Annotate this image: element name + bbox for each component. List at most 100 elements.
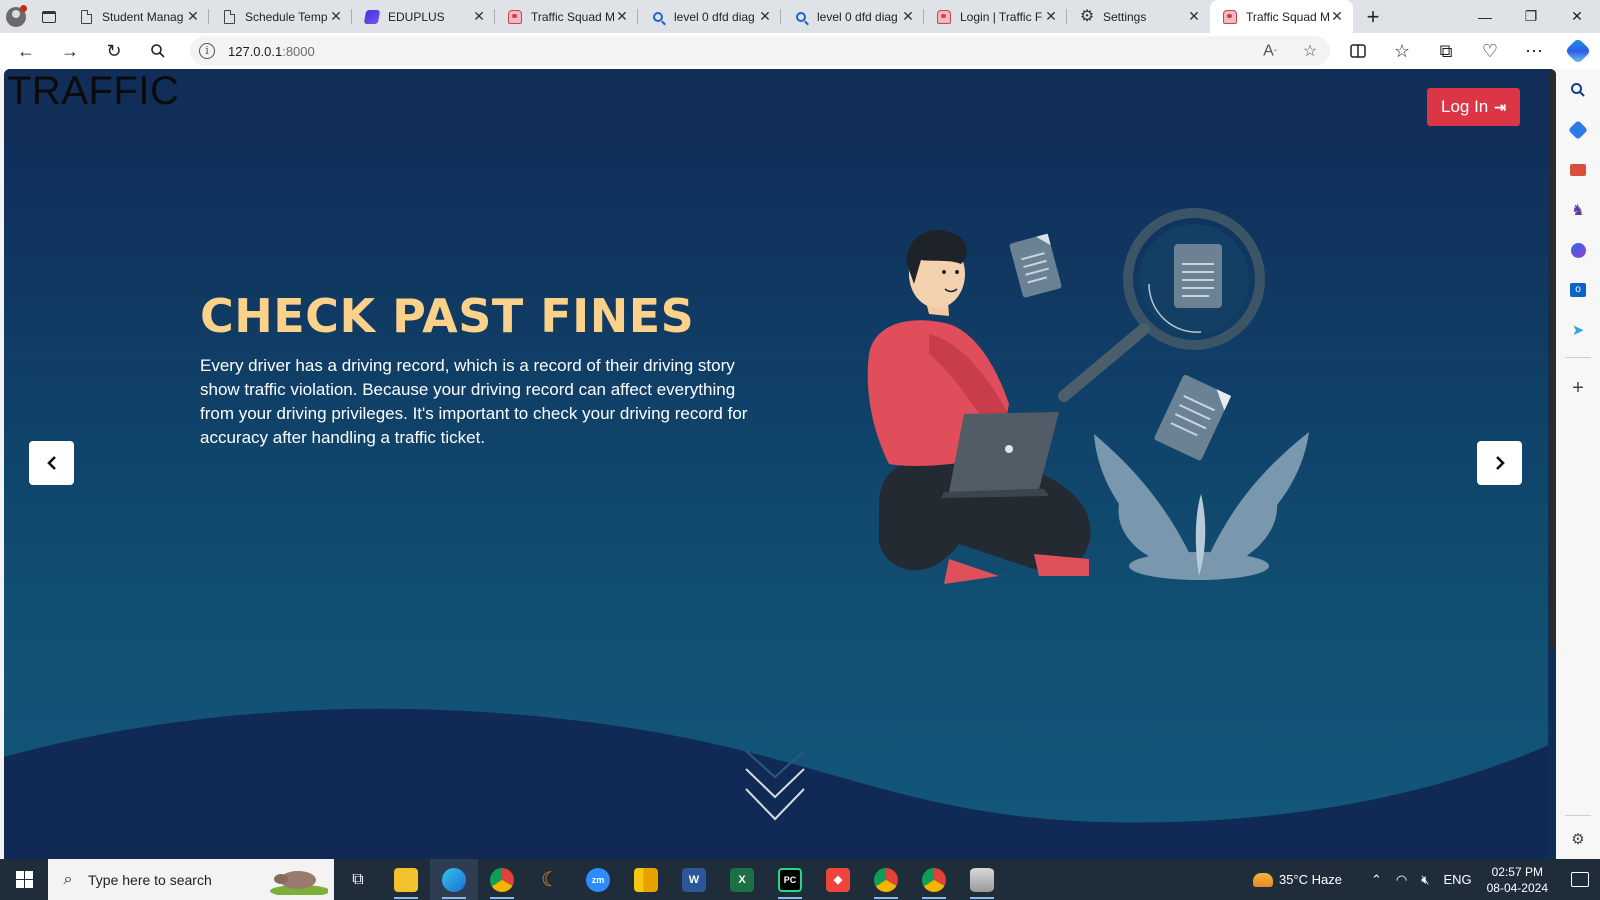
scroll-down-chevron-icon[interactable] bbox=[744, 749, 806, 823]
tab-actions-button[interactable] bbox=[32, 0, 66, 33]
close-tab-icon[interactable]: ✕ bbox=[757, 8, 773, 25]
browser-tab[interactable]: Login | Traffic F ✕ bbox=[924, 0, 1067, 33]
close-tab-icon[interactable]: ✕ bbox=[1329, 8, 1345, 25]
back-button[interactable]: ← bbox=[4, 33, 48, 69]
forward-button[interactable]: → bbox=[48, 33, 92, 69]
tab-title: Settings bbox=[1103, 9, 1147, 24]
pycharm-icon[interactable]: PC bbox=[766, 859, 814, 900]
games-chess-icon[interactable]: ♞ bbox=[1567, 199, 1589, 221]
show-hidden-icons-chevron-icon[interactable]: ⌃ bbox=[1371, 872, 1382, 888]
chrome-icon[interactable] bbox=[478, 859, 526, 900]
gear-icon: ⚙ bbox=[1079, 7, 1095, 25]
tab-title: level 0 dfd diag bbox=[674, 9, 755, 24]
page-icon bbox=[78, 9, 94, 25]
close-tab-icon[interactable]: ✕ bbox=[614, 8, 630, 25]
tab-title: level 0 dfd diag bbox=[817, 9, 898, 24]
new-tab-button[interactable]: + bbox=[1353, 0, 1393, 33]
login-button[interactable]: Log In ⇥ bbox=[1427, 88, 1520, 126]
browser-tab-active[interactable]: Traffic Squad M ✕ bbox=[1210, 0, 1353, 33]
excel-icon[interactable]: X bbox=[718, 859, 766, 900]
more-menu-icon[interactable]: ⋯ bbox=[1512, 33, 1556, 69]
carousel-prev-button[interactable] bbox=[29, 441, 74, 485]
start-button[interactable] bbox=[0, 859, 48, 900]
browser-toolbar: ← → ↻ i 127.0.0.1:8000 Aꞈ ☆ ☆ ⧉ ♡ ⋯ bbox=[0, 33, 1600, 69]
edge-browser-icon[interactable] bbox=[430, 859, 478, 900]
clock-time: 02:57 PM bbox=[1491, 864, 1543, 879]
close-tab-icon[interactable]: ✕ bbox=[900, 8, 916, 25]
task-view-icon[interactable]: ⧉ bbox=[334, 859, 382, 900]
power-bi-icon[interactable] bbox=[622, 859, 670, 900]
site-logo-text[interactable]: TRAFFIC bbox=[7, 69, 179, 114]
taskbar-search-box[interactable]: ⌕ Type here to search bbox=[48, 859, 334, 900]
chevron-left-icon bbox=[46, 456, 56, 470]
add-sidebar-app-icon[interactable]: + bbox=[1567, 377, 1589, 399]
tab-title: Schedule Temp bbox=[245, 9, 328, 24]
browser-tab[interactable]: Schedule Temp ✕ bbox=[209, 0, 352, 33]
favorites-icon[interactable]: ☆ bbox=[1380, 33, 1424, 69]
url-text[interactable]: 127.0.0.1:8000 bbox=[228, 44, 315, 59]
site-info-icon[interactable]: i bbox=[190, 43, 224, 59]
refresh-button[interactable]: ↻ bbox=[92, 33, 136, 69]
eduplus-icon bbox=[363, 9, 381, 25]
carousel-next-button[interactable] bbox=[1477, 441, 1522, 485]
copilot-icon[interactable] bbox=[1556, 33, 1600, 69]
file-explorer-icon[interactable] bbox=[382, 859, 430, 900]
traffic-icon bbox=[1222, 9, 1238, 25]
outlook-icon[interactable]: o bbox=[1567, 279, 1589, 301]
clock-date: 08-04-2024 bbox=[1486, 880, 1548, 895]
browser-tab[interactable]: Student Manag ✕ bbox=[66, 0, 209, 33]
page-scrollbar[interactable] bbox=[1548, 69, 1556, 859]
sidebar-settings-gear-icon[interactable]: ⚙ bbox=[1567, 828, 1589, 850]
browser-tab[interactable]: ⚙ Settings ✕ bbox=[1067, 0, 1210, 33]
tab-actions-icon bbox=[42, 10, 56, 23]
tab-title: Student Manag bbox=[102, 9, 184, 24]
notification-center-icon[interactable] bbox=[1560, 872, 1600, 887]
system-tray: 35°C Haze ⌃ ◠ 🔇︎ ENG 02:57 PM 08-04-2024 bbox=[1252, 859, 1600, 900]
restore-button[interactable]: ❐ bbox=[1508, 0, 1554, 33]
traffic-icon bbox=[507, 9, 523, 25]
chrome-profile-icon[interactable] bbox=[862, 859, 910, 900]
close-tab-icon[interactable]: ✕ bbox=[1043, 8, 1059, 25]
split-screen-icon[interactable] bbox=[1336, 33, 1380, 69]
close-window-button[interactable]: ✕ bbox=[1554, 0, 1600, 33]
anydesk-icon[interactable]: ◆ bbox=[814, 859, 862, 900]
close-tab-icon[interactable]: ✕ bbox=[1186, 8, 1202, 25]
browser-tab[interactable]: Traffic Squad M ✕ bbox=[495, 0, 638, 33]
sign-in-icon: ⇥ bbox=[1494, 98, 1506, 115]
word-icon[interactable]: W bbox=[670, 859, 718, 900]
browser-tab[interactable]: EDUPLUS ✕ bbox=[352, 0, 495, 33]
language-indicator[interactable]: ENG bbox=[1443, 872, 1471, 887]
scrollbar-thumb[interactable] bbox=[1549, 71, 1555, 649]
browser-essentials-icon[interactable]: ♡ bbox=[1468, 33, 1512, 69]
weather-haze-icon bbox=[1252, 872, 1273, 887]
chrome-profile-2-icon[interactable] bbox=[910, 859, 958, 900]
browser-tab[interactable]: level 0 dfd diag ✕ bbox=[638, 0, 781, 33]
browser-tab[interactable]: level 0 dfd diag ✕ bbox=[781, 0, 924, 33]
minimize-button[interactable]: — bbox=[1462, 0, 1508, 33]
read-aloud-icon[interactable]: Aꞈ bbox=[1250, 41, 1290, 61]
address-bar[interactable]: i 127.0.0.1:8000 Aꞈ ☆ bbox=[190, 36, 1330, 66]
eclipse-icon[interactable]: ☾ bbox=[526, 859, 574, 900]
sidebar-search-icon[interactable] bbox=[1567, 79, 1589, 101]
tools-briefcase-icon[interactable] bbox=[1567, 159, 1589, 181]
network-icon[interactable]: ◠ bbox=[1396, 872, 1407, 888]
search-icon[interactable] bbox=[136, 33, 180, 69]
volume-muted-icon[interactable]: 🔇︎ bbox=[1421, 872, 1429, 888]
database-icon[interactable] bbox=[958, 859, 1006, 900]
weather-widget[interactable]: 35°C Haze bbox=[1252, 872, 1342, 887]
close-tab-icon[interactable]: ✕ bbox=[471, 8, 487, 25]
shopping-tag-icon[interactable] bbox=[1567, 119, 1589, 141]
search-placeholder: Type here to search bbox=[88, 871, 212, 888]
search-icon bbox=[793, 9, 809, 25]
microsoft-365-icon[interactable] bbox=[1567, 239, 1589, 261]
hero-description: Every driver has a driving record, which… bbox=[200, 356, 748, 447]
close-tab-icon[interactable]: ✕ bbox=[185, 8, 201, 25]
send-icon[interactable]: ➤ bbox=[1567, 319, 1589, 341]
collections-icon[interactable]: ⧉ bbox=[1424, 33, 1468, 69]
close-tab-icon[interactable]: ✕ bbox=[328, 8, 344, 25]
tab-title: Traffic Squad M bbox=[531, 9, 614, 24]
clock[interactable]: 02:57 PM 08-04-2024 bbox=[1487, 864, 1548, 896]
zoom-icon[interactable]: zm bbox=[574, 859, 622, 900]
favorite-star-icon[interactable]: ☆ bbox=[1290, 41, 1330, 61]
profile-avatar[interactable] bbox=[0, 0, 32, 33]
